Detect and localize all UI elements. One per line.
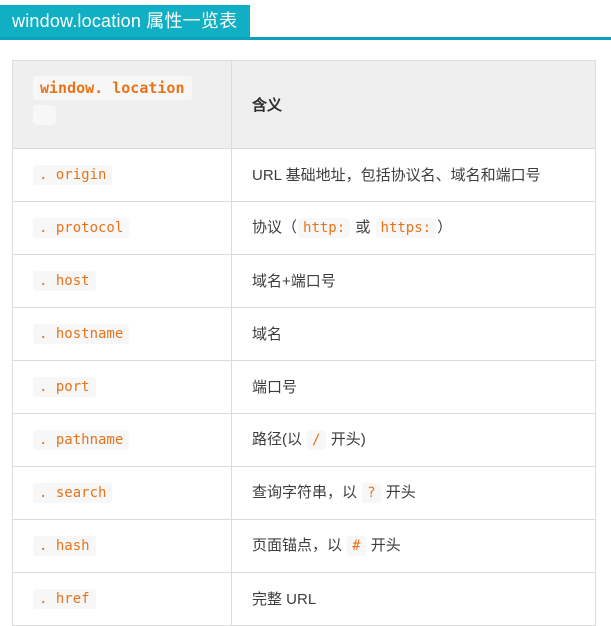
- header-code-window-location: window. location: [33, 76, 192, 101]
- description-text: ）: [437, 219, 453, 236]
- property-cell: . protocol: [12, 201, 232, 255]
- table-row: . origin URL 基础地址，包括协议名、域名和端口号: [12, 148, 596, 202]
- description-text: 页面锚点，以: [252, 537, 347, 554]
- description-text: URL 基础地址，包括协议名、域名和端口号: [252, 166, 541, 184]
- description-cell: 路径(以 / 开头): [231, 413, 596, 467]
- description-text: 开头: [381, 484, 416, 501]
- description-text: 开头): [326, 431, 366, 448]
- property-code: . origin: [33, 165, 113, 185]
- description-text: 完整 URL: [252, 590, 317, 608]
- header-code-blank: [33, 104, 56, 125]
- inline-code: #: [347, 536, 366, 556]
- page-title: window.location 属性一览表: [0, 5, 251, 37]
- description-text: 域名: [252, 325, 283, 343]
- description-cell: 页面锚点，以 # 开头: [231, 519, 596, 573]
- description-cell: 完整 URL: [231, 572, 596, 626]
- description-cell: 域名+端口号: [231, 254, 596, 308]
- table-row: . host 域名+端口号: [12, 254, 596, 308]
- table-row: . protocol 协议（ http: 或 https:）: [12, 201, 596, 255]
- description-text: 开头: [366, 537, 401, 554]
- description-text: 路径(以: [252, 431, 307, 448]
- description-cell: 域名: [231, 307, 596, 361]
- property-cell: . hostname: [12, 307, 232, 361]
- description-cell: 协议（ http: 或 https:）: [231, 201, 596, 255]
- table-row: . pathname 路径(以 / 开头): [12, 413, 596, 467]
- property-cell: . pathname: [12, 413, 232, 467]
- table-body: . origin URL 基础地址，包括协议名、域名和端口号 . protocol 协…: [12, 148, 596, 626]
- property-code: . search: [33, 483, 113, 503]
- description-cell: 查询字符串，以 ? 开头: [231, 466, 596, 520]
- property-table-container: window. location 含义 . origin URL 基础地址，包括协…: [0, 40, 611, 626]
- inline-code: https:: [375, 218, 437, 238]
- table-header-row: window. location 含义: [12, 60, 596, 149]
- property-code: . hash: [33, 536, 96, 556]
- property-cell: . origin: [12, 148, 232, 202]
- window-location-property-table: window. location 含义 . origin URL 基础地址，包括协…: [12, 60, 596, 626]
- table-row: . href 完整 URL: [12, 572, 596, 626]
- column-header-property: window. location: [12, 60, 232, 149]
- table-row: . port 端口号: [12, 360, 596, 414]
- description-text: 端口号: [252, 378, 298, 396]
- table-head: window. location 含义: [12, 60, 596, 149]
- property-cell: . href: [12, 572, 232, 626]
- description-text: 或: [351, 219, 375, 236]
- inline-code: /: [307, 430, 326, 450]
- property-cell: . search: [12, 466, 232, 520]
- property-cell: . hash: [12, 519, 232, 573]
- property-code: . port: [33, 377, 96, 397]
- property-code: . hostname: [33, 324, 130, 344]
- property-code: . protocol: [33, 218, 130, 238]
- inline-code: http:: [298, 218, 351, 238]
- table-row: . search 查询字符串，以 ? 开头: [12, 466, 596, 520]
- description-cell: URL 基础地址，包括协议名、域名和端口号: [231, 148, 596, 202]
- table-row: . hash 页面锚点，以 # 开头: [12, 519, 596, 573]
- property-cell: . port: [12, 360, 232, 414]
- property-cell: . host: [12, 254, 232, 308]
- property-code: . pathname: [33, 430, 130, 450]
- column-header-meaning: 含义: [231, 60, 596, 149]
- inline-code: ?: [362, 483, 381, 503]
- page-banner: window.location 属性一览表: [0, 0, 611, 40]
- property-code: . href: [33, 589, 96, 609]
- property-code: . host: [33, 271, 96, 291]
- table-row: . hostname 域名: [12, 307, 596, 361]
- description-text: 查询字符串，以: [252, 484, 362, 501]
- description-text: 协议（: [252, 219, 298, 236]
- banner-divider: [0, 37, 611, 40]
- description-text: 域名+端口号: [252, 272, 336, 290]
- description-cell: 端口号: [231, 360, 596, 414]
